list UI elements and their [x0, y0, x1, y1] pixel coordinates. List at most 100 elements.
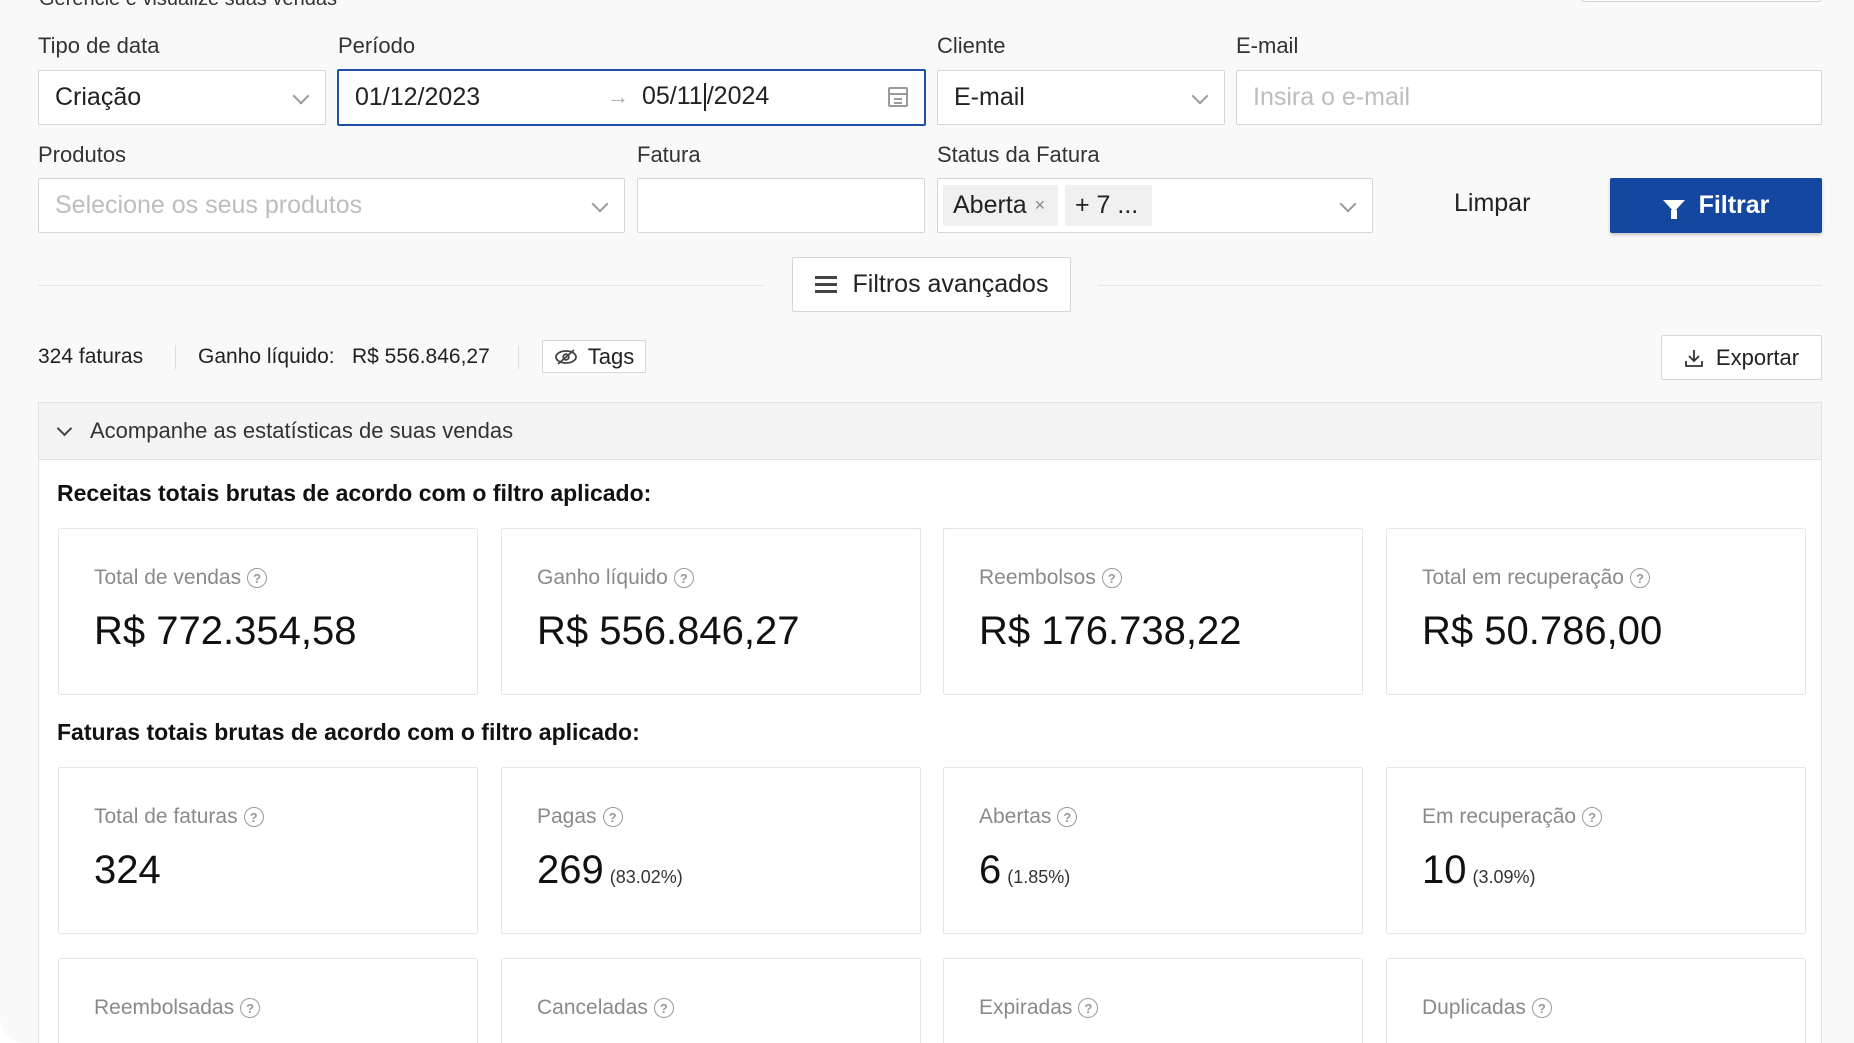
stat-value-number: 6	[979, 848, 1002, 892]
stat-card-in-recovery: Em recuperação? 10 (3.09%)	[1386, 767, 1806, 934]
tags-label: Tags	[587, 343, 635, 369]
menu-icon	[814, 283, 837, 286]
stat-card-label: Canceladas?	[537, 996, 674, 1020]
stat-value-percent: (83.02%)	[609, 867, 683, 887]
divider-left	[38, 285, 765, 286]
help-icon[interactable]: ?	[1078, 998, 1099, 1018]
filter-button-label: Filtrar	[1698, 191, 1770, 219]
stat-label-text: Ganho líquido	[537, 566, 668, 589]
help-icon[interactable]: ?	[1531, 998, 1552, 1018]
products-select[interactable]: Selecione os seus produtos	[38, 178, 625, 233]
stat-label-text: Pagas	[537, 805, 597, 828]
stat-card-label: Duplicadas?	[1422, 996, 1552, 1020]
stat-label-text: Reembolsadas	[94, 996, 235, 1019]
status-tag-aberta: Aberta ×	[943, 185, 1058, 226]
chevron-down-icon	[591, 195, 609, 213]
period-start-input[interactable]: 01/12/2023	[355, 83, 480, 112]
stat-value-percent: (3.09%)	[1472, 867, 1536, 887]
stat-value-number: 269	[537, 848, 604, 892]
stat-card-paid: Pagas? 269 (83.02%)	[501, 767, 921, 934]
stat-label-text: Total de vendas	[94, 566, 242, 589]
stat-card-total-invoices: Total de faturas? 324	[58, 767, 478, 934]
chevron-down-icon	[56, 420, 73, 436]
help-icon[interactable]: ?	[247, 568, 268, 588]
export-label: Exportar	[1715, 344, 1800, 370]
stat-card-duplicated: Duplicadas?	[1386, 958, 1806, 1043]
chevron-down-icon	[1339, 195, 1357, 213]
stat-label-text: Canceladas	[537, 996, 648, 1019]
client-select[interactable]: E-mail	[937, 70, 1225, 125]
separator	[518, 345, 519, 369]
date-type-select[interactable]: Criação	[38, 70, 326, 125]
help-icon[interactable]: ?	[673, 568, 694, 588]
period-label: Período	[338, 33, 416, 58]
stat-value-percent: (1.85%)	[1007, 867, 1071, 887]
stat-card-value: 269 (83.02%)	[537, 848, 683, 893]
invoice-status-select[interactable]: Aberta × + 7 ...	[937, 178, 1373, 233]
stats-panel-title: Acompanhe as estatísticas de suas vendas	[90, 418, 514, 443]
advanced-filters-button[interactable]: Filtros avançados	[792, 257, 1071, 312]
download-icon	[1685, 349, 1703, 367]
stat-card-label: Pagas?	[537, 805, 623, 829]
stat-card-label: Ganho líquido?	[537, 566, 694, 590]
stat-card-net-gain: Ganho líquido? R$ 556.846,27	[501, 528, 921, 695]
date-type-label: Tipo de data	[38, 33, 160, 58]
stat-card-label: Expiradas?	[979, 996, 1099, 1020]
sales-page: Gerencie e visualize suas vendas Tipo de…	[0, 0, 1854, 1043]
stat-card-value: R$ 556.846,27	[537, 609, 800, 653]
tags-toggle-button[interactable]: Tags	[542, 340, 646, 373]
stat-card-expired: Expiradas?	[943, 958, 1363, 1043]
stat-card-label: Reembolsadas?	[94, 996, 261, 1020]
period-end-part1: 05/11	[642, 82, 703, 110]
calendar-icon[interactable]	[888, 87, 908, 107]
text-caret	[703, 83, 706, 112]
stats-panel-header[interactable]: Acompanhe as estatísticas de suas vendas	[39, 403, 1821, 460]
stat-card-total-sales: Total de vendas? R$ 772.354,58	[58, 528, 478, 695]
help-icon[interactable]: ?	[1629, 568, 1650, 588]
stat-label-text: Em recuperação	[1422, 805, 1577, 828]
stat-card-label: Total de vendas?	[94, 566, 268, 590]
stat-card-label: Total em recuperação?	[1422, 566, 1650, 590]
revenue-section-title: Receitas totais brutas de acordo com o f…	[57, 480, 652, 506]
close-icon[interactable]: ×	[1035, 195, 1046, 216]
help-icon[interactable]: ?	[1582, 807, 1603, 827]
chevron-down-icon	[1191, 87, 1209, 105]
help-icon[interactable]: ?	[1057, 807, 1078, 827]
top-action-button[interactable]	[1581, 0, 1822, 2]
help-icon[interactable]: ?	[1101, 568, 1122, 588]
stat-card-canceled: Canceladas?	[501, 958, 921, 1043]
stat-label-text: Expiradas	[979, 996, 1073, 1019]
page-subtitle: Gerencie e visualize suas vendas	[39, 0, 337, 11]
period-end-part2: /2024	[706, 82, 770, 110]
help-icon[interactable]: ?	[653, 998, 674, 1018]
help-icon[interactable]: ?	[240, 998, 261, 1018]
products-label: Produtos	[38, 142, 127, 167]
client-value: E-mail	[954, 83, 1025, 111]
stat-value-number: 10	[1422, 848, 1467, 892]
period-range-picker[interactable]: 01/12/2023 → 05/11/2024	[337, 69, 926, 126]
email-input[interactable]: Insira o e-mail	[1236, 70, 1822, 125]
export-button[interactable]: Exportar	[1661, 335, 1822, 380]
period-end-input[interactable]: 05/11/2024	[642, 82, 770, 112]
stat-label-text: Total de faturas	[94, 805, 238, 828]
eye-off-icon	[554, 348, 577, 365]
help-icon[interactable]: ?	[602, 807, 623, 827]
invoice-input[interactable]	[637, 178, 925, 233]
stat-card-value: 10 (3.09%)	[1422, 848, 1536, 893]
invoices-count: 324 faturas	[38, 345, 144, 368]
clear-button[interactable]: Limpar	[1454, 189, 1530, 218]
stat-card-value: R$ 50.786,00	[1422, 609, 1663, 653]
filter-button[interactable]: Filtrar	[1610, 178, 1822, 233]
products-placeholder: Selecione os seus produtos	[55, 191, 363, 219]
stat-card-value: R$ 772.354,58	[94, 609, 357, 653]
chevron-down-icon	[292, 87, 310, 105]
stat-card-label: Reembolsos?	[979, 566, 1122, 590]
stat-card-open: Abertas? 6 (1.85%)	[943, 767, 1363, 934]
stat-card-label: Total de faturas?	[94, 805, 264, 829]
date-type-value: Criação	[55, 83, 142, 111]
invoices-section-title: Faturas totais brutas de acordo com o fi…	[57, 719, 640, 745]
stat-card-value: 6 (1.85%)	[979, 848, 1070, 893]
stat-card-recovery: Total em recuperação? R$ 50.786,00	[1386, 528, 1806, 695]
help-icon[interactable]: ?	[243, 807, 264, 827]
stat-label-text: Total em recuperação	[1422, 566, 1624, 589]
